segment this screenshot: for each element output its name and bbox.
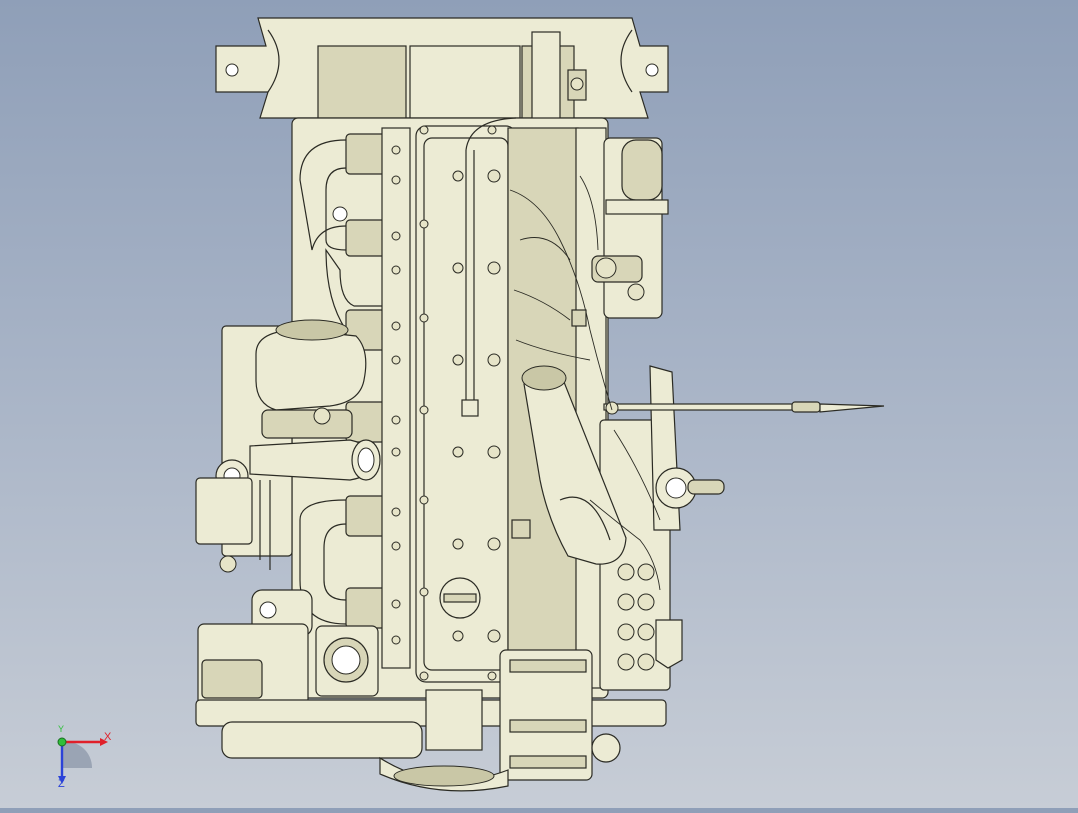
throttle-rod [603, 401, 885, 415]
y-axis-label: Y [58, 724, 65, 734]
engine-model-drawing [195, 17, 885, 792]
cad-viewport[interactable] [0, 0, 1078, 808]
starter-motor [591, 137, 669, 319]
y-axis-dot [57, 737, 67, 747]
crankshaft-pulley [379, 756, 509, 792]
flywheel-housing [215, 17, 669, 123]
oil-filler-cap [439, 577, 481, 619]
z-axis-label: Z [58, 778, 65, 790]
x-axis-label: X [104, 731, 112, 743]
view-triad: X Y Z [40, 724, 120, 794]
